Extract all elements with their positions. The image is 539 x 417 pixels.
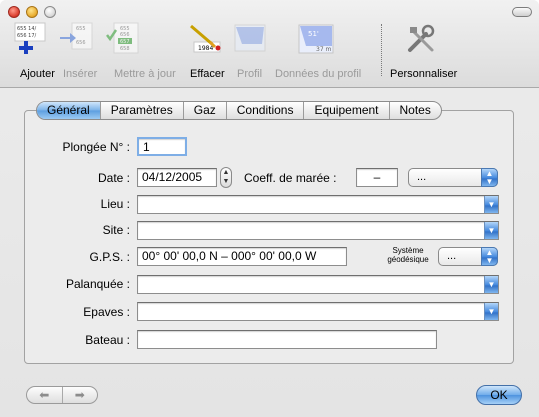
title-toolbar-area: 655 14/ 656 17/ Ajouter 655 656 Insérer <box>0 0 539 88</box>
tab-gaz[interactable]: Gaz <box>182 102 226 119</box>
update-icon-line-2: 656 <box>120 32 130 38</box>
dive-group-dropdown-icon[interactable]: ▼ <box>484 276 498 293</box>
toolbar-separator <box>381 24 382 76</box>
toolbar-insert-button[interactable]: 655 656 <box>58 22 94 56</box>
tab-general[interactable]: Général <box>37 102 100 119</box>
update-icon: 655 656 657 658 <box>104 22 140 56</box>
geodetic-system-popup[interactable]: ... ▲ ▼ <box>438 247 498 266</box>
profile-icon <box>232 22 268 56</box>
geodetic-system-label: Système géodésique <box>381 246 435 264</box>
add-icon-line-2: 656 17/ <box>17 33 36 39</box>
next-record-button[interactable]: ➡ <box>61 387 98 403</box>
toolbar-customize-button[interactable] <box>404 22 440 56</box>
left-arrow-icon: ⬅ <box>39 388 50 402</box>
geodetic-system-label-line-1: Système <box>392 246 424 255</box>
geodetic-system-popup-value: ... <box>447 250 457 262</box>
insert-icon-line-1: 655 <box>76 26 86 32</box>
profile-data-bottom: 37 m <box>316 46 332 53</box>
erase-icon-year: 1984 <box>198 45 213 52</box>
tide-coefficient-popup[interactable]: ... ▲ ▼ <box>408 168 498 187</box>
toolbar-profile-data-button[interactable]: 51' 37 m <box>296 22 336 56</box>
toolbar-profile-data-label: Données du profil <box>275 68 362 80</box>
toolbar-add-label: Ajouter <box>20 68 55 80</box>
gps-label: G.P.S. : <box>89 250 130 264</box>
popup-arrows-icon: ▲ ▼ <box>481 247 498 266</box>
toolbar-erase-button[interactable]: 1984 <box>186 22 226 56</box>
site-combo[interactable]: ▼ <box>137 221 499 240</box>
profile-data-icon: 51' 37 m <box>296 22 336 56</box>
site-dropdown-icon[interactable]: ▼ <box>484 222 498 239</box>
insert-dive-icon: 655 656 <box>58 22 94 56</box>
boat-field[interactable] <box>137 330 437 349</box>
popup-arrows-icon: ▲ ▼ <box>481 168 498 187</box>
gps-field[interactable]: 00° 00' 00,0 N – 000° 00' 00,0 W <box>137 247 347 266</box>
close-window-button[interactable] <box>8 6 20 18</box>
toolbar-profile-button[interactable] <box>232 22 268 56</box>
boat-label: Bateau : <box>85 333 130 347</box>
toolbar-update-button[interactable]: 655 656 657 658 <box>104 22 140 56</box>
wrecks-label: Epaves : <box>83 305 130 319</box>
update-icon-line-3: 657 <box>120 39 130 45</box>
tide-coefficient-popup-value: ... <box>417 171 427 183</box>
dive-group-combo[interactable]: ▼ <box>137 275 499 294</box>
zoom-window-button[interactable] <box>44 6 56 18</box>
date-stepper[interactable]: ▲ ▼ <box>220 167 232 188</box>
location-combo[interactable]: ▼ <box>137 195 499 214</box>
wrecks-dropdown-icon[interactable]: ▼ <box>484 303 498 320</box>
tide-coefficient-label: Coeff. de marée : <box>244 171 337 185</box>
insert-icon-line-2: 656 <box>76 40 86 46</box>
dive-group-label: Palanquée : <box>65 277 130 291</box>
app-window: 655 14/ 656 17/ Ajouter 655 656 Insérer <box>0 0 539 417</box>
tab-bar: Général Paramètres Gaz Conditions Equipe… <box>36 101 442 120</box>
dive-number-field[interactable]: 1 <box>137 137 187 156</box>
right-arrow-icon: ➡ <box>74 388 85 402</box>
profile-data-top: 51' <box>308 30 319 38</box>
update-icon-line-4: 658 <box>120 46 130 52</box>
add-icon-line-1: 655 14/ <box>17 26 36 32</box>
toolbar-update-label: Mettre à jour <box>114 68 176 80</box>
location-label: Lieu : <box>100 197 130 211</box>
minimize-window-button[interactable] <box>26 6 38 18</box>
record-navigation: ⬅ ➡ <box>26 386 98 404</box>
erase-icon: 1984 <box>186 22 226 56</box>
toolbar-erase-label: Effacer <box>190 68 225 80</box>
previous-record-button[interactable]: ⬅ <box>27 387 62 403</box>
tab-notes[interactable]: Notes <box>388 102 441 119</box>
site-label: Site : <box>102 223 130 237</box>
toolbar-profile-label: Profil <box>237 68 263 80</box>
toolbar-add-button[interactable]: 655 14/ 656 17/ <box>14 22 50 56</box>
wrecks-combo[interactable]: ▼ <box>137 302 499 321</box>
customize-icon <box>404 22 440 56</box>
date-label: Date : <box>97 171 130 185</box>
tab-parametres[interactable]: Paramètres <box>99 102 183 119</box>
tab-conditions[interactable]: Conditions <box>225 102 304 119</box>
geodetic-system-label-line-2: géodésique <box>387 255 429 264</box>
ok-button[interactable]: OK <box>476 385 522 405</box>
location-dropdown-icon[interactable]: ▼ <box>484 196 498 213</box>
add-dive-icon: 655 14/ 656 17/ <box>14 22 50 56</box>
dive-number-label: Plongée N° : <box>62 140 130 154</box>
tide-coefficient-field[interactable]: – <box>356 168 398 187</box>
tab-equipement[interactable]: Equipement <box>303 102 388 119</box>
toolbar-insert-label: Insérer <box>63 68 98 80</box>
date-field[interactable]: 04/12/2005 <box>137 168 217 187</box>
toolbar-toggle-button[interactable] <box>512 7 532 17</box>
toolbar-customize-label: Personnaliser <box>390 68 458 80</box>
